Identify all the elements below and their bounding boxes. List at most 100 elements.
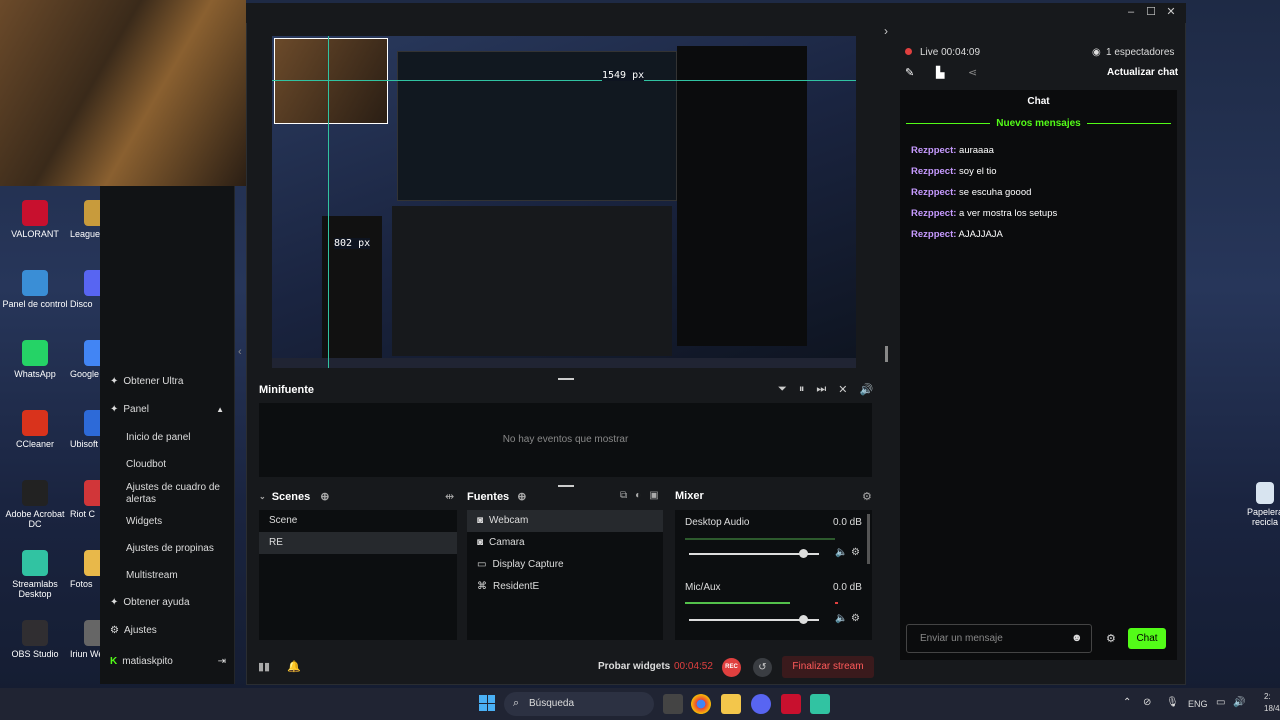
volume-icon[interactable]: 🔊 — [859, 383, 873, 396]
rec-button[interactable]: REC — [722, 658, 741, 677]
preview-scrollbar[interactable] — [885, 346, 888, 362]
resize-handle[interactable] — [558, 378, 574, 380]
streamlabs-icon[interactable] — [810, 694, 830, 714]
nav-ajustes[interactable]: ⚙ Ajustes — [110, 625, 157, 636]
chat-send-button[interactable]: Chat — [1128, 628, 1166, 649]
speaker-icon[interactable]: 🔈 — [835, 613, 847, 624]
add-scene-icon[interactable]: ⊕ — [320, 490, 329, 503]
alert-bell-icon[interactable]: 🔔 — [287, 660, 301, 673]
logout-icon[interactable]: ⇥ — [218, 656, 226, 667]
sources-toolbar: ⧉ ◐ ▣ — [620, 490, 659, 501]
minimize-icon[interactable]: – — [1124, 5, 1138, 19]
scene-transition-icon[interactable]: ⇹ — [445, 490, 454, 503]
chat-text: auraaaa — [959, 145, 994, 156]
maximize-icon[interactable]: ☐ — [1144, 5, 1158, 19]
stream-preview[interactable]: 1549 px 802 px — [272, 36, 856, 368]
desktop-icon[interactable]: Panel de control — [0, 270, 70, 309]
scene-item-selected[interactable]: RE — [259, 532, 457, 554]
nav-multistream[interactable]: Multistream — [126, 570, 178, 581]
preview-webcam-source[interactable] — [274, 38, 388, 124]
share-icon[interactable]: ⋖ — [968, 66, 977, 79]
nav-inicio-panel[interactable]: Inicio de panel — [126, 432, 191, 443]
windows-start-icon[interactable] — [479, 695, 495, 711]
desktop-icon[interactable]: Iriun We — [70, 620, 100, 659]
clip-icon[interactable]: ▙ — [936, 66, 944, 79]
desktop-icon[interactable]: Fotos — [70, 550, 100, 589]
speaker-icon[interactable]: 🔊 — [1233, 697, 1245, 708]
source-camara[interactable]: ◙ Camara — [467, 532, 663, 554]
refresh-chat-button[interactable]: Actualizar chat — [1107, 67, 1178, 78]
mixer-settings-icon[interactable]: ⚙ — [862, 490, 872, 503]
nav-obtener-ultra[interactable]: ✦ Obtener Ultra — [110, 376, 183, 387]
network-off-icon[interactable]: ⊘ — [1143, 697, 1151, 708]
desktop-icon[interactable]: OBS Studio — [0, 620, 70, 659]
collapse-nav-icon[interactable]: ‹ — [238, 346, 242, 358]
source-display-capture[interactable]: ▭ Display Capture — [467, 554, 663, 576]
nav-alert-box[interactable]: Ajustes de cuadro de alertas — [126, 482, 226, 506]
chat-username[interactable]: Rezppect: — [911, 145, 956, 156]
filter-icon[interactable]: ⏷ — [778, 383, 787, 396]
desktop-icon[interactable]: Google C — [70, 340, 100, 379]
nav-obtener-ayuda[interactable]: ✦ Obtener ayuda — [110, 597, 190, 608]
channel-settings-icon[interactable]: ⚙ — [851, 613, 860, 624]
chat-username[interactable]: Rezppect: — [911, 187, 956, 198]
group-icon[interactable]: ⧉ — [620, 490, 627, 501]
emoji-icon[interactable]: ☻ — [1071, 632, 1083, 644]
file-explorer-icon[interactable] — [721, 694, 741, 714]
scene-item[interactable]: Scene — [259, 510, 457, 532]
chat-username[interactable]: Rezppect: — [911, 166, 956, 177]
language-indicator[interactable]: ENG — [1188, 699, 1208, 709]
close-icon[interactable]: ✕ — [1164, 5, 1178, 19]
chevron-right-icon[interactable]: › — [884, 24, 888, 38]
nav-user[interactable]: Kmatiaskpito ⇥ — [110, 656, 226, 667]
app-icon — [22, 200, 48, 226]
nav-cloudbot[interactable]: Cloudbot — [126, 459, 166, 470]
task-view-icon[interactable] — [663, 694, 683, 714]
desktop-icon[interactable]: League Legen — [70, 200, 100, 239]
end-stream-button[interactable]: Finalizar stream — [782, 656, 874, 678]
channel-settings-icon[interactable]: ⚙ — [851, 547, 860, 558]
desktop-icon[interactable]: Disco — [70, 270, 100, 309]
source-webcam[interactable]: ◙ Webcam — [467, 510, 663, 532]
nav-widgets[interactable]: Widgets — [126, 516, 162, 527]
volume-slider-knob[interactable] — [799, 549, 809, 558]
desktop-icon[interactable]: WhatsApp — [0, 340, 70, 379]
taskbar-search[interactable]: ⌕ Búsqueda — [504, 692, 654, 716]
resize-handle-2[interactable] — [558, 485, 574, 487]
replay-buffer-icon[interactable]: ↺ — [753, 658, 772, 677]
test-widgets-button[interactable]: Probar widgets — [598, 661, 670, 672]
chat-settings-icon[interactable]: ⚙ — [1106, 632, 1116, 645]
speaker-icon[interactable]: 🔈 — [835, 547, 847, 558]
stats-icon[interactable]: ▮▮ — [258, 660, 270, 673]
microphone-icon[interactable]: 🎙 — [1166, 697, 1179, 708]
chat-username[interactable]: Rezppect: — [911, 208, 956, 219]
edit-icon[interactable]: ✎ — [905, 66, 914, 79]
volume-slider-knob[interactable] — [799, 615, 809, 624]
pause-icon[interactable]: ⏸ — [799, 383, 805, 396]
desktop-icon[interactable]: Adobe Acrobat DC — [0, 480, 70, 529]
desktop-icon[interactable]: Ubisoft C — [70, 410, 100, 449]
chevron-down-icon[interactable]: ⌄ — [259, 492, 266, 501]
monitor-icon[interactable]: ▭ — [1216, 697, 1225, 708]
nav-panel[interactable]: ✦ Panel ▲ — [110, 404, 224, 415]
nav-propinas[interactable]: Ajustes de propinas — [126, 543, 214, 554]
desktop-icon[interactable]: Riot C — [70, 480, 100, 519]
valorant-icon[interactable] — [781, 694, 801, 714]
add-source-icon[interactable]: ⊕ — [517, 490, 526, 503]
discord-icon[interactable] — [751, 694, 771, 714]
side-nav: ✦ Obtener Ultra ✦ Panel ▲ Inicio de panel C… — [100, 186, 235, 684]
desktop-icon[interactable]: Streamlabs Desktop — [0, 550, 70, 599]
chat-username[interactable]: Rezppect: — [911, 229, 956, 240]
mixer-scrollbar[interactable] — [867, 514, 870, 564]
folder-icon[interactable]: ▣ — [649, 490, 658, 501]
chat-input[interactable]: Enviar un mensaje ☻ — [906, 624, 1092, 653]
source-residente[interactable]: ⌘ ResidentE — [467, 576, 663, 598]
visibility-icon[interactable]: ◐ — [635, 490, 641, 501]
desktop-icon[interactable]: CCleaner — [0, 410, 70, 449]
skip-icon[interactable]: ⏭ — [816, 383, 826, 396]
chrome-icon[interactable] — [691, 694, 711, 714]
desktop-icon[interactable]: VALORANT — [0, 200, 70, 239]
mute-alerts-icon[interactable]: ✕ — [838, 383, 847, 396]
tray-overflow-icon[interactable]: ⌃ — [1123, 697, 1131, 708]
recycle-bin-icon[interactable]: Papelera recicla — [1245, 482, 1280, 527]
